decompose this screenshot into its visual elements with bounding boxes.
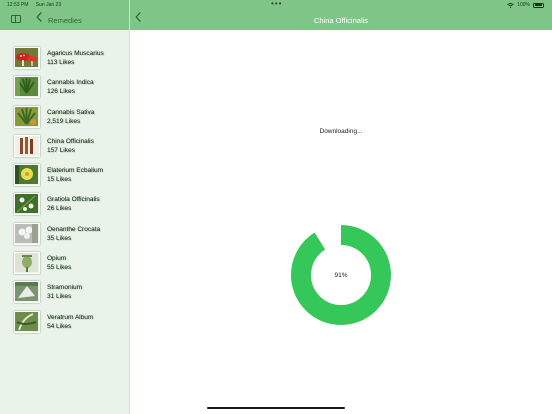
remedy-likes: 15 Likes	[47, 176, 72, 184]
remedy-thumbnail	[14, 47, 40, 69]
status-date: Sun Jan 23	[35, 2, 62, 8]
detail-title: China Officinalis	[313, 16, 369, 25]
remedy-thumbnail	[14, 76, 40, 99]
remedy-name: Stramonium	[47, 284, 83, 292]
remedy-item-gratiola-officinalis[interactable]: Gratiola Officinalis 26 Likes	[0, 190, 129, 219]
remedy-name: Cannabis Indica	[47, 79, 94, 87]
remedy-thumbnail	[14, 105, 40, 128]
remedy-item-cannabis-sativa[interactable]: Cannabis Sativa 2,519 Likes	[0, 103, 129, 132]
remedy-item-elaterium-ecbalium[interactable]: Elaterium Ecbalium 15 Likes	[0, 161, 129, 190]
progress-label: 91%	[334, 271, 348, 279]
remedy-name: Agaricus Muscarius	[47, 50, 104, 57]
remedy-name: Opium	[47, 255, 67, 263]
remedy-item-stramonium[interactable]: Stramonium 31 Likes	[0, 278, 129, 307]
remedy-thumbnail	[14, 134, 40, 157]
remedy-likes: 26 Likes	[47, 205, 72, 213]
remedy-name: Gratiola Officinalis	[47, 196, 100, 204]
remedy-item-cannabis-indica[interactable]: Cannabis Indica 126 Likes	[0, 73, 129, 102]
remedy-item-opium[interactable]: Opium 55 Likes	[0, 249, 129, 278]
status-left: 12:53 PM Sun Jan 23	[7, 2, 67, 8]
remedy-likes: 35 Likes	[47, 234, 72, 242]
battery-percentage: 100%	[517, 2, 530, 8]
sidebar: Remedies Agaricus Muscarius 113 Likes Ca…	[0, 0, 129, 414]
status-time: 12:53 PM	[7, 2, 29, 8]
remedy-likes: 126 Likes	[47, 88, 75, 96]
split-divider	[129, 0, 130, 414]
chevron-left-icon[interactable]	[36, 12, 42, 24]
remedy-likes: 31 Likes	[47, 293, 72, 301]
status-bar: 12:53 PM Sun Jan 23 ••• 100%	[0, 0, 552, 10]
remedy-thumbnail	[14, 193, 40, 216]
remedy-item-oenanthe-crocata[interactable]: Oenanthe Crocata 35 Likes	[0, 220, 129, 249]
remedy-thumbnail	[14, 164, 40, 187]
remedy-likes: 113 Likes	[47, 59, 75, 66]
remedy-name: Cannabis Sativa	[47, 108, 95, 116]
remedy-thumbnail	[14, 281, 40, 304]
download-status: Downloading...	[319, 128, 363, 135]
battery-level	[534, 4, 543, 6]
remedy-likes: 157 Likes	[47, 146, 75, 154]
remedy-item-agaricus-muscarius[interactable]: Agaricus Muscarius 113 Likes	[0, 44, 129, 73]
remedy-likes: 2,519 Likes	[47, 117, 81, 125]
remedy-name: Veratrum Album	[47, 313, 94, 321]
remedy-name: China Officinalis	[47, 137, 94, 145]
remedy-thumbnail	[14, 310, 40, 333]
battery-icon	[533, 2, 544, 8]
wifi-icon	[507, 2, 514, 8]
remedy-thumbnail	[14, 252, 40, 275]
remedy-name: Elaterium Ecbalium	[47, 167, 103, 175]
remedy-list: Agaricus Muscarius 113 Likes Cannabis In…	[0, 44, 129, 337]
remedy-name: Oenanthe Crocata	[47, 225, 101, 233]
remedy-thumbnail	[14, 222, 40, 245]
remedy-likes: 55 Likes	[47, 264, 72, 272]
status-right: 100%	[507, 2, 544, 8]
sidebar-toggle-icon[interactable]	[11, 15, 21, 23]
remedy-likes: 54 Likes	[47, 322, 72, 330]
sidebar-title[interactable]: Remedies	[48, 16, 82, 25]
remedy-item-china-officinalis[interactable]: China Officinalis 157 Likes	[0, 132, 129, 161]
remedy-item-veratrum-album[interactable]: Veratrum Album 54 Likes	[0, 308, 129, 337]
multitask-dots-icon[interactable]: •••	[271, 0, 282, 8]
home-indicator[interactable]	[207, 407, 345, 409]
